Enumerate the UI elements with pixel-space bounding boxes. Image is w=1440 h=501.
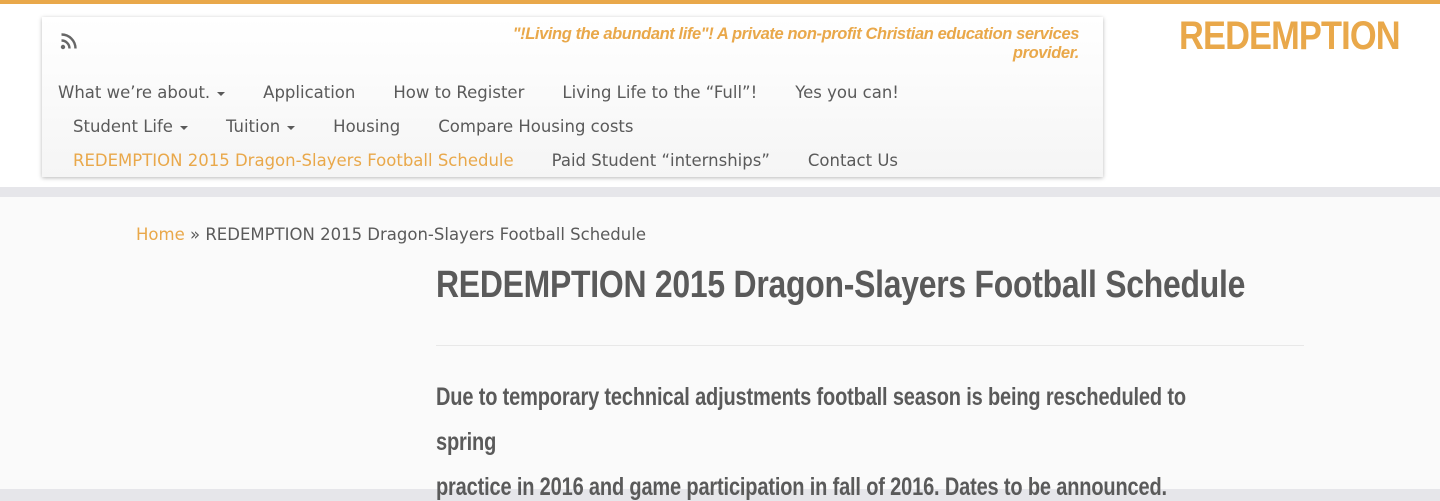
nav-item-how-to-register[interactable]: How to Register bbox=[393, 80, 540, 106]
rss-icon[interactable] bbox=[59, 31, 79, 51]
nav-item-yes-you-can[interactable]: Yes you can! bbox=[795, 80, 915, 106]
caret-down-icon bbox=[287, 125, 296, 130]
nav-item-label: Tuition bbox=[225, 117, 281, 136]
top-accent-strip bbox=[0, 0, 1440, 4]
main-nav-row-2: Student Life Tuition Housing Compare Hou… bbox=[73, 114, 672, 140]
nav-item-label: Student Life bbox=[73, 117, 173, 136]
site-header: "!Living the abundant life"! A private n… bbox=[42, 17, 1103, 177]
caret-down-icon bbox=[217, 91, 226, 96]
body-line-1: Due to temporary technical adjustments f… bbox=[436, 383, 1186, 456]
nav-item-what-were-about[interactable]: What we’re about. bbox=[58, 80, 241, 106]
nav-item-paid-internships[interactable]: Paid Student “internships” bbox=[552, 148, 786, 174]
page-body: Due to temporary technical adjustments f… bbox=[436, 375, 1236, 501]
page-title: REDEMPTION 2015 Dragon-Slayers Football … bbox=[436, 264, 1246, 306]
nav-item-football-schedule[interactable]: REDEMPTION 2015 Dragon-Slayers Football … bbox=[73, 148, 530, 174]
nav-item-tuition[interactable]: Tuition bbox=[226, 114, 311, 140]
title-divider bbox=[436, 345, 1304, 346]
caret-down-icon bbox=[179, 125, 188, 130]
breadcrumb-separator: » bbox=[189, 225, 201, 244]
nav-item-contact-us[interactable]: Contact Us bbox=[808, 148, 914, 174]
nav-item-living-life-full[interactable]: Living Life to the “Full”! bbox=[562, 80, 773, 106]
site-logo[interactable]: REDEMPTION bbox=[1179, 14, 1401, 59]
nav-item-application[interactable]: Application bbox=[263, 80, 371, 106]
nav-item-label: What we’re about. bbox=[58, 83, 211, 102]
breadcrumb: Home » REDEMPTION 2015 Dragon-Slayers Fo… bbox=[136, 225, 646, 244]
body-line-2: practice in 2016 and game participation … bbox=[436, 473, 1167, 501]
nav-item-housing[interactable]: Housing bbox=[333, 114, 416, 140]
breadcrumb-home-link[interactable]: Home bbox=[136, 225, 185, 244]
nav-item-student-life[interactable]: Student Life bbox=[73, 114, 204, 140]
breadcrumb-current: REDEMPTION 2015 Dragon-Slayers Football … bbox=[205, 225, 646, 244]
main-nav-row-3: REDEMPTION 2015 Dragon-Slayers Football … bbox=[73, 148, 936, 174]
main-nav-row-1: What we’re about. Application How to Reg… bbox=[58, 80, 937, 106]
header-separator bbox=[0, 187, 1440, 197]
site-tagline: "!Living the abundant life"! A private n… bbox=[512, 25, 1080, 62]
nav-item-compare-housing-costs[interactable]: Compare Housing costs bbox=[438, 114, 649, 140]
